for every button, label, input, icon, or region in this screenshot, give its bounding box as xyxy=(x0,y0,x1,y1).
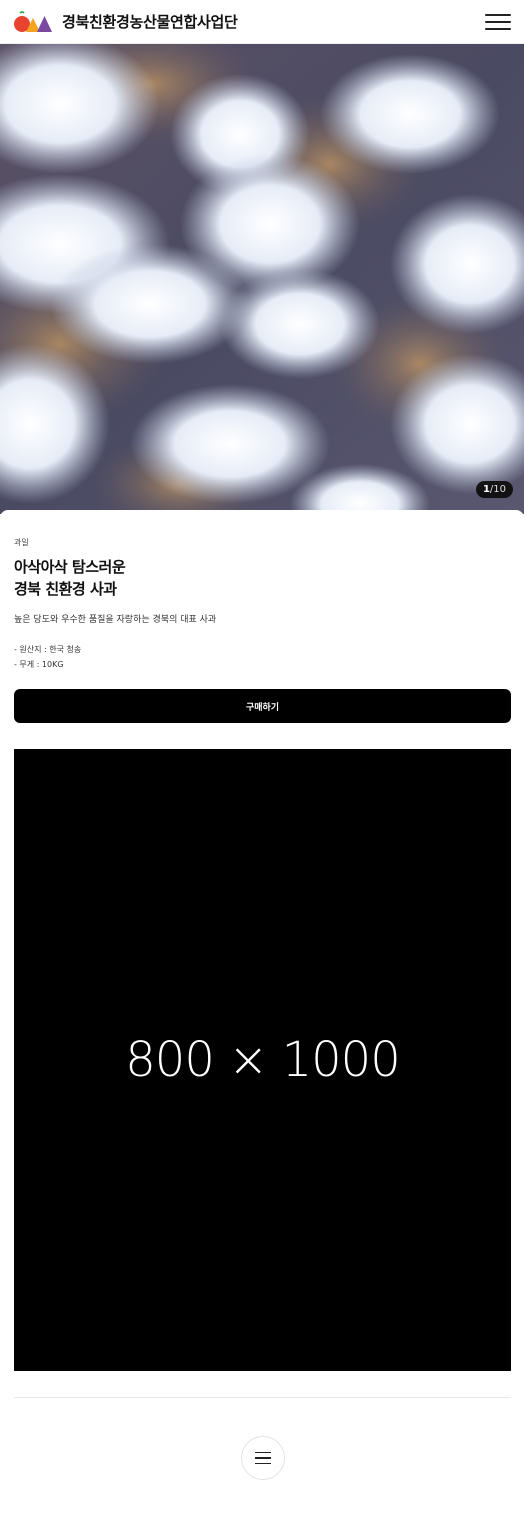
placeholder-text: 800 × 1000 xyxy=(125,1032,401,1088)
hero-slider[interactable]: 1/10 xyxy=(0,44,524,514)
buy-button[interactable]: 구매하기 xyxy=(14,689,511,723)
hero-image xyxy=(0,44,524,514)
site-header: 경북친환경농산물연합사업단 xyxy=(0,0,524,44)
hamburger-menu-icon[interactable] xyxy=(485,14,511,30)
product-title-line1: 아삭아삭 탐스러운 xyxy=(14,558,126,576)
detail-image-placeholder: 800 × 1000 xyxy=(14,749,511,1371)
product-description: 높은 당도와 우수한 품질을 자랑하는 경북의 대표 사과 xyxy=(14,615,217,625)
menu-icon[interactable] xyxy=(241,1436,285,1480)
site-title[interactable]: 경북친환경농산물연합사업단 xyxy=(62,11,238,32)
logo-icon[interactable] xyxy=(14,10,54,33)
divider xyxy=(14,1397,511,1398)
product-panel: 과일 아삭아삭 탐스러운 경북 친환경 사과 높은 당도와 우수한 품질을 자랑… xyxy=(0,510,524,1516)
product-specs: - 원산지 : 한국 청송 - 무게 : 10KG xyxy=(14,642,81,672)
slide-total: /10 xyxy=(489,484,506,495)
product-category: 과일 xyxy=(14,538,29,547)
product-title-line2: 경북 친환경 사과 xyxy=(14,580,117,598)
spec-weight: - 무게 : 10KG xyxy=(14,660,64,669)
slide-current: 1 xyxy=(482,484,490,495)
spec-origin: - 원산지 : 한국 청송 xyxy=(14,645,82,654)
slide-counter: 1/10 xyxy=(475,481,513,498)
product-title: 아삭아삭 탐스러운 경북 친환경 사과 xyxy=(14,556,126,600)
